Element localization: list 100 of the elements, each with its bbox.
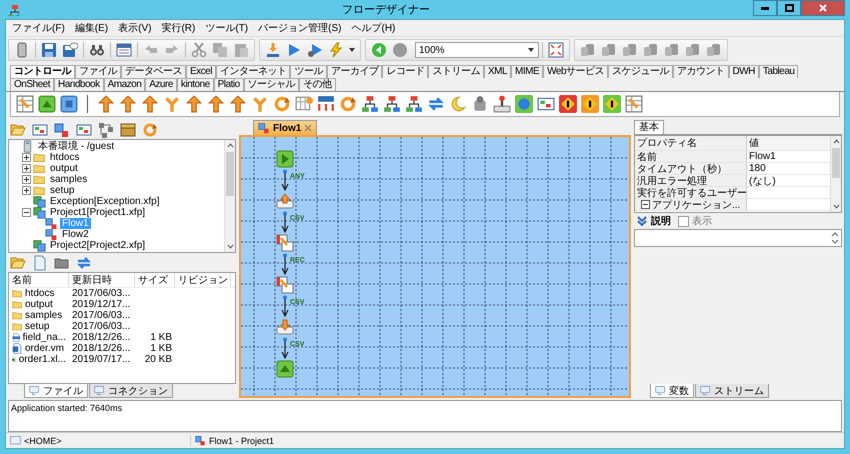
tree-button[interactable] (360, 94, 380, 114)
scroll-down-icon[interactable] (832, 202, 840, 211)
menu-item[interactable]: ファイル(F) (12, 21, 65, 35)
property-value[interactable]: Flow1 (749, 151, 776, 162)
palette-tab[interactable]: レコード (382, 65, 428, 78)
file-name[interactable]: order.vm (25, 343, 64, 354)
download-node[interactable] (276, 318, 294, 336)
palette-tab[interactable]: MIME (511, 65, 544, 78)
palette-tab[interactable]: Tableau (758, 65, 798, 78)
globe-button[interactable] (514, 94, 534, 114)
calendar-button[interactable] (114, 41, 134, 59)
properties-tab[interactable]: 基本 (634, 120, 664, 134)
palette-tab[interactable]: OnSheet (10, 78, 54, 91)
palette-tab[interactable]: スケジュール (608, 65, 674, 78)
palette-tab[interactable]: Handbook (54, 78, 104, 91)
palette-tab[interactable]: Excel (186, 65, 216, 78)
expand-icon[interactable] (22, 153, 30, 162)
palette-tab[interactable]: コントロール (10, 65, 75, 78)
spin-icon[interactable] (831, 231, 839, 245)
palette-tab[interactable]: ソーシャル (244, 78, 300, 91)
tree-item[interactable]: setup (48, 185, 76, 196)
table-button[interactable] (624, 94, 644, 114)
scroll-up-icon[interactable] (832, 137, 840, 146)
save-button[interactable] (39, 41, 59, 59)
palette-tab[interactable]: DWH (728, 65, 759, 78)
panel-tab[interactable]: ファイル (24, 384, 88, 398)
scroll-thumb[interactable] (832, 148, 840, 178)
back-button[interactable] (369, 41, 389, 59)
warning-button[interactable] (602, 94, 622, 114)
file-name[interactable]: field_na... (22, 332, 66, 343)
tab-label[interactable]: Flow1 (273, 122, 302, 134)
save-as-button[interactable] (60, 41, 80, 59)
show-checkbox[interactable] (678, 216, 689, 226)
table-button[interactable] (15, 94, 35, 114)
tree-item[interactable]: 本番環境 - /guest (36, 141, 116, 152)
arrow-button[interactable] (118, 94, 138, 114)
arrow-button[interactable] (140, 94, 160, 114)
palette-tab[interactable]: Webサービス (543, 65, 608, 78)
palette-tab[interactable]: ツール (290, 65, 327, 78)
warning-button[interactable] (580, 94, 600, 114)
end-node[interactable] (276, 360, 294, 378)
loop-button[interactable] (338, 94, 358, 114)
palette-tab[interactable]: アカウント (673, 65, 729, 78)
chest-button[interactable] (118, 120, 138, 138)
file-name[interactable]: setup (25, 321, 50, 332)
tree-item[interactable]: htdocs (48, 152, 82, 163)
tree-item[interactable]: Exception[Exception.xfp] (48, 196, 162, 207)
palette-tab[interactable]: XML (484, 65, 512, 78)
scroll-thumb[interactable] (226, 152, 234, 196)
expand-icon[interactable] (22, 175, 30, 184)
expand-icon[interactable] (22, 164, 30, 173)
file-name[interactable]: htdocs (25, 288, 54, 299)
arrow-button[interactable] (206, 94, 226, 114)
scroll-down-icon[interactable] (226, 242, 234, 251)
close-icon[interactable] (304, 124, 312, 132)
start-button[interactable] (37, 94, 57, 114)
stop-button[interactable] (59, 94, 79, 114)
file-name[interactable]: samples (25, 310, 62, 321)
scrollbar[interactable] (224, 140, 235, 252)
tree-button[interactable] (404, 94, 424, 114)
copy-button[interactable] (210, 41, 230, 59)
column-header[interactable]: 更新日時 (69, 273, 135, 287)
palette-tab[interactable]: Platio (214, 78, 244, 91)
file-name[interactable]: output (25, 299, 53, 310)
column-header[interactable]: 名前 (9, 273, 69, 287)
joystick-button[interactable] (492, 94, 512, 114)
palette-tab[interactable]: アーカイブ (326, 65, 382, 78)
panel-tab[interactable]: ストリーム (695, 384, 769, 398)
arrow-button[interactable] (228, 94, 248, 114)
editor-tab[interactable]: Flow1 (253, 120, 318, 135)
mapper-node[interactable] (276, 276, 294, 294)
fit-button[interactable] (546, 41, 566, 59)
arrow-button[interactable] (96, 94, 116, 114)
palette-tab[interactable]: Azure (145, 78, 177, 91)
file-name[interactable]: order1.xl... (18, 354, 66, 365)
zoom-dropdown[interactable]: 100% (415, 42, 539, 58)
scrollbar[interactable] (830, 136, 841, 212)
maximize-button[interactable] (777, 0, 801, 16)
collapse-icon[interactable] (641, 200, 650, 209)
description-field[interactable] (634, 229, 842, 247)
tree-item[interactable]: output (48, 163, 80, 174)
menu-item[interactable]: バージョン管理(S) (258, 21, 342, 35)
panel-tab[interactable]: コネクション (89, 384, 173, 398)
mapper-node[interactable] (276, 234, 294, 252)
arrow-button[interactable] (184, 94, 204, 114)
tree-item[interactable]: Project1[Project1.xfp] (48, 207, 148, 218)
palette-tab[interactable]: Amazon (104, 78, 146, 91)
expand-icon[interactable] (22, 186, 30, 195)
property-value[interactable]: 180 (749, 163, 766, 174)
property-value[interactable]: (なし) (749, 174, 776, 188)
tree-item[interactable]: Flow2 (60, 229, 91, 240)
tree-button[interactable] (382, 94, 402, 114)
menu-item[interactable]: ツール(T) (205, 21, 248, 35)
palette-tab[interactable]: インターネット (216, 65, 290, 78)
menu-item[interactable]: 表示(V) (118, 21, 152, 35)
column-header[interactable]: リビジョン (175, 273, 231, 287)
checkbox-label[interactable]: 表示 (692, 214, 712, 228)
upload-node[interactable] (276, 192, 294, 210)
stop-button[interactable] (390, 41, 410, 59)
cut-button[interactable] (189, 41, 209, 59)
